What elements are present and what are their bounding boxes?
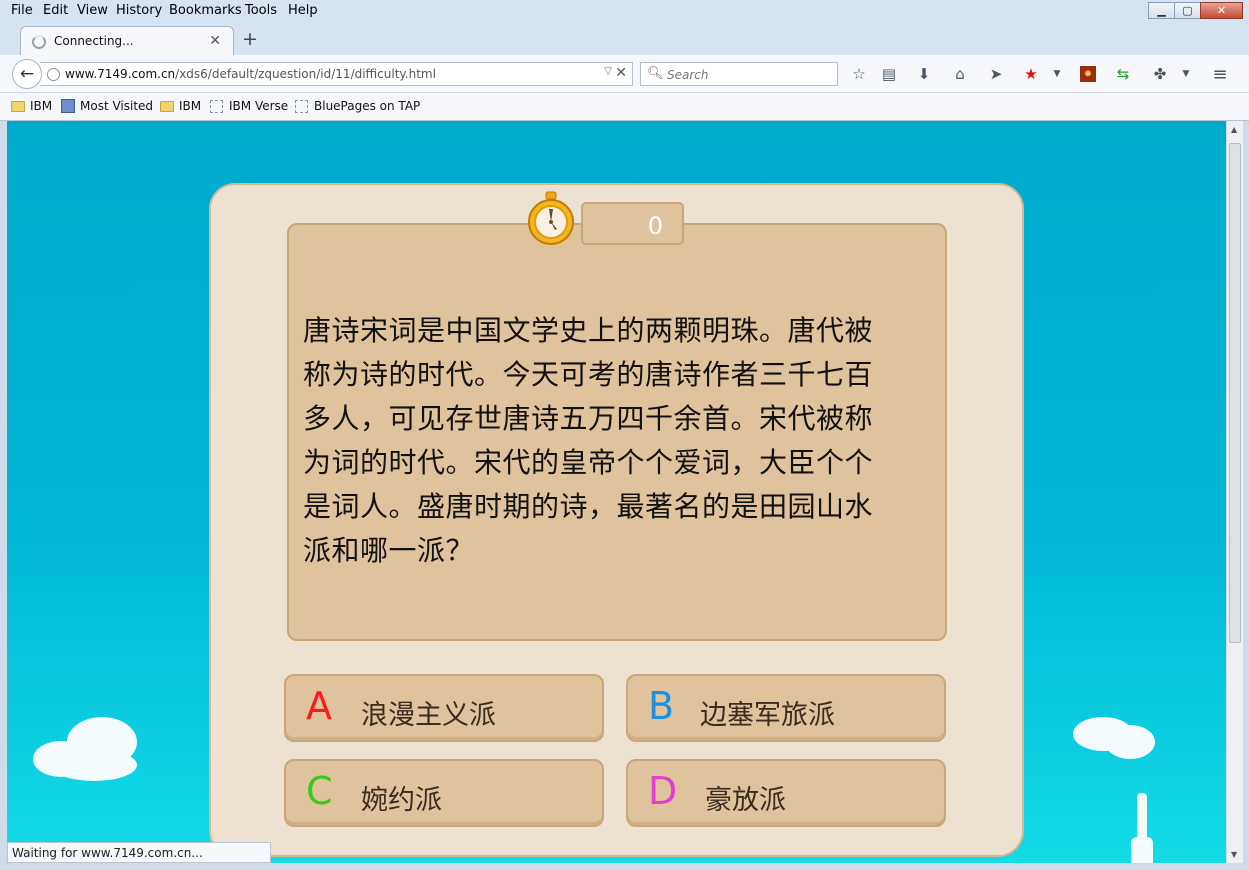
option-c-text: 婉约派	[361, 785, 442, 816]
menu-view[interactable]: View	[77, 3, 108, 18]
scrollbar-thumb[interactable]	[1229, 143, 1241, 643]
status-text: Waiting for www.7149.com.cn...	[12, 846, 203, 860]
option-c-letter: C	[306, 769, 333, 813]
scroll-down-icon[interactable]: ▼	[1231, 850, 1237, 859]
option-a-letter: A	[306, 684, 332, 728]
option-d-letter: D	[648, 769, 678, 813]
question-text: 唐诗宋词是中国文学史上的两颗明珠。唐代被 称为诗的时代。今天可考的唐诗作者三千七…	[303, 314, 874, 567]
bookmarks-toolbar: IBM Most Visited IBM IBM Verse BluePages…	[0, 93, 1249, 121]
folder-icon	[11, 100, 25, 112]
maximize-button[interactable]: ▢	[1174, 2, 1201, 19]
window-controls: ▁ ▢ ✕	[1148, 2, 1243, 19]
statue-decoration	[1131, 837, 1153, 863]
search-input[interactable]: Search	[667, 68, 709, 82]
back-button[interactable]: ←	[12, 59, 42, 89]
favorite-star-icon[interactable]: ★	[1021, 64, 1041, 84]
downloads-icon[interactable]: ⬇	[914, 64, 934, 84]
cloud-decoration	[1105, 725, 1155, 759]
favorite-dropdown-icon[interactable]: ▼	[1047, 64, 1067, 84]
new-tab-button[interactable]: +	[242, 28, 258, 50]
url-history-dropdown-icon[interactable]: ▽	[604, 66, 612, 77]
tab-strip: Connecting... ✕ +	[0, 22, 1249, 55]
page-icon	[295, 99, 308, 113]
search-icon: 🔍︎	[647, 66, 664, 81]
bookmark-most-visited[interactable]: Most Visited	[61, 99, 153, 113]
page-viewport: 唐诗宋词是中国文学史上的两颗明珠。唐代被 称为诗的时代。今天可考的唐诗作者三千七…	[7, 121, 1226, 863]
back-arrow-icon: ←	[19, 64, 35, 84]
timer-box: 0	[581, 202, 684, 245]
bookmark-ibm[interactable]: IBM	[11, 99, 52, 113]
option-d-text: 豪放派	[705, 785, 786, 816]
menu-help[interactable]: Help	[288, 3, 318, 18]
menu-bookmarks[interactable]: Bookmarks	[169, 3, 242, 18]
menu-history[interactable]: History	[116, 3, 162, 18]
extension-bug-icon[interactable]: ✤	[1150, 64, 1170, 84]
navigation-toolbar: www.7149.com.cn/xds6/default/zquestion/i…	[0, 55, 1249, 93]
close-window-button[interactable]: ✕	[1200, 2, 1243, 19]
stop-loading-icon[interactable]: ✕	[615, 65, 627, 81]
url-bar[interactable]: www.7149.com.cn/xds6/default/zquestion/i…	[40, 62, 633, 86]
addon-icon[interactable]: ✹	[1080, 66, 1096, 82]
home-icon[interactable]: ⌂	[950, 64, 970, 84]
bookmark-bluepages[interactable]: BluePages on TAP	[295, 99, 420, 113]
most-visited-icon	[61, 99, 75, 113]
page-icon	[210, 99, 223, 113]
window-border	[0, 121, 7, 870]
reading-list-icon[interactable]: ▤	[879, 64, 899, 84]
option-d-button[interactable]: D 豪放派	[626, 759, 946, 827]
url-text[interactable]: www.7149.com.cn/xds6/default/zquestion/i…	[65, 67, 436, 81]
scroll-up-icon[interactable]: ▲	[1231, 125, 1237, 134]
menu-bar: File Edit View History Bookmarks Tools H…	[0, 0, 1249, 22]
quiz-card: 唐诗宋词是中国文学史上的两颗明珠。唐代被 称为诗的时代。今天可考的唐诗作者三千七…	[209, 183, 1024, 857]
menu-tools[interactable]: Tools	[245, 3, 277, 18]
tab-current[interactable]: Connecting... ✕	[20, 26, 234, 55]
option-b-button[interactable]: B 边塞军旅派	[626, 674, 946, 742]
option-b-text: 边塞军旅派	[700, 700, 835, 731]
sync-arrows-icon[interactable]: ⇆	[1113, 64, 1133, 84]
question-box: 唐诗宋词是中国文学史上的两颗明珠。唐代被 称为诗的时代。今天可考的唐诗作者三千七…	[287, 223, 947, 641]
loading-spinner-icon	[32, 35, 46, 49]
vertical-scrollbar[interactable]: ▲ ▼	[1226, 121, 1243, 863]
menu-edit[interactable]: Edit	[43, 3, 68, 18]
menu-file[interactable]: File	[11, 3, 33, 18]
option-a-text: 浪漫主义派	[361, 700, 496, 731]
tab-close-icon[interactable]: ✕	[209, 33, 221, 49]
timer-value: 0	[647, 212, 663, 240]
option-b-letter: B	[648, 684, 675, 728]
minimize-button[interactable]: ▁	[1148, 2, 1175, 19]
tab-title: Connecting...	[54, 34, 134, 48]
folder-icon	[160, 100, 174, 112]
stopwatch-icon	[528, 191, 574, 245]
hamburger-menu-icon[interactable]: ≡	[1210, 64, 1230, 85]
bookmark-star-icon[interactable]: ☆	[849, 64, 869, 84]
window-border	[0, 863, 1249, 870]
status-bar: Waiting for www.7149.com.cn...	[7, 842, 271, 863]
send-icon[interactable]: ➤	[986, 64, 1006, 84]
cloud-decoration	[51, 749, 137, 781]
option-a-button[interactable]: A 浪漫主义派	[284, 674, 604, 742]
site-identity-icon[interactable]	[47, 68, 60, 81]
option-c-button[interactable]: C 婉约派	[284, 759, 604, 827]
search-bar[interactable]: 🔍︎ Search	[640, 62, 838, 86]
bookmark-ibm-2[interactable]: IBM	[160, 99, 201, 113]
bookmark-ibm-verse[interactable]: IBM Verse	[210, 99, 288, 113]
window-border	[1243, 121, 1249, 870]
extension-dropdown-icon[interactable]: ▼	[1176, 64, 1196, 84]
